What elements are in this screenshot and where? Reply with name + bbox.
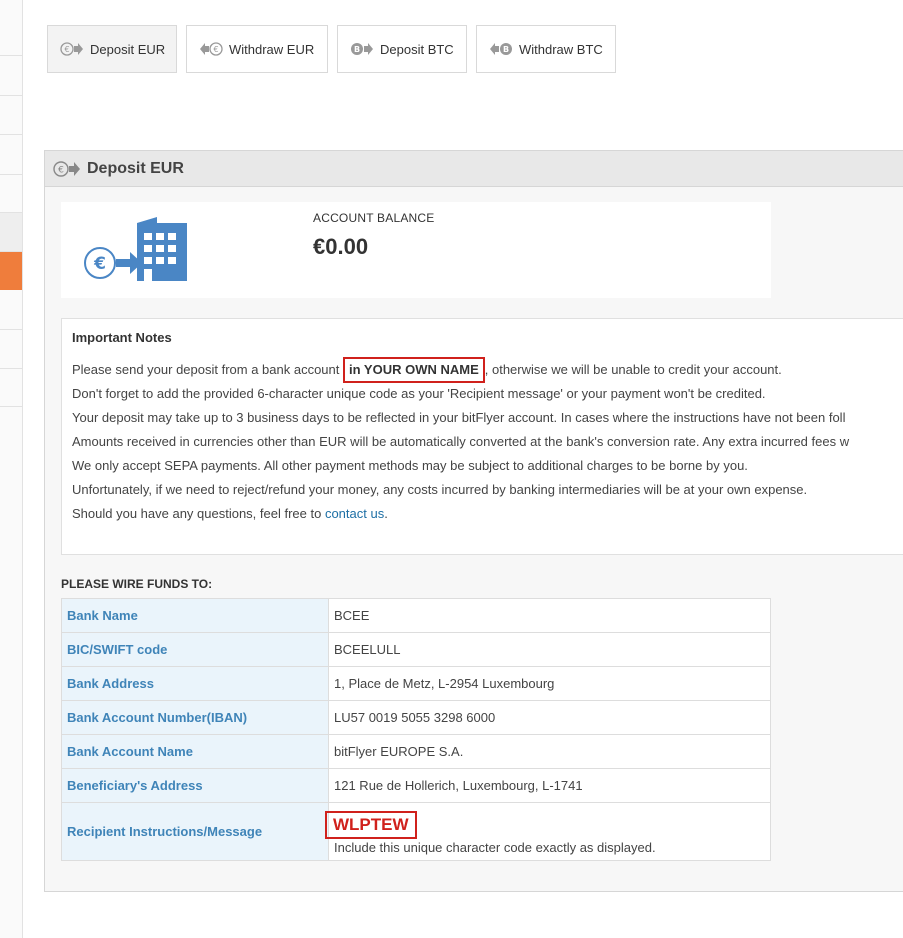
note-line: Your deposit may take up to 3 business d… xyxy=(72,410,846,425)
note-line: Should you have any questions, feel free… xyxy=(72,506,388,521)
panel-title: Deposit EUR xyxy=(87,159,184,177)
note-text: Please send your deposit from a bank acc… xyxy=(72,362,343,377)
row-value: BCEE xyxy=(328,598,771,633)
note-text: . xyxy=(384,506,388,521)
balance-card: € ACCOUNT BALANCE €0.00 xyxy=(61,202,771,298)
euro-deposit-icon: € xyxy=(60,41,84,57)
sidebar-item[interactable] xyxy=(0,213,22,252)
own-name-highlight: in YOUR OWN NAME xyxy=(343,357,485,383)
svg-text:€: € xyxy=(58,165,64,175)
sidebar xyxy=(0,0,23,938)
row-value: BCEELULL xyxy=(328,632,771,667)
tab-deposit-eur[interactable]: € Deposit EUR xyxy=(47,25,177,73)
row-value: WLPTEW Include this unique character cod… xyxy=(325,802,771,861)
note-text: Should you have any questions, feel free… xyxy=(72,506,325,521)
sidebar-item[interactable] xyxy=(0,330,22,369)
bitcoin-withdraw-icon: B xyxy=(489,41,513,57)
sidebar-item[interactable] xyxy=(0,290,22,330)
row-label: Bank Account Name xyxy=(61,734,329,769)
row-label: Beneficiary's Address xyxy=(61,768,329,803)
svg-text:B: B xyxy=(354,45,360,54)
sidebar-item[interactable] xyxy=(0,369,22,407)
row-label: Bank Address xyxy=(61,666,329,701)
sidebar-item[interactable] xyxy=(0,0,22,56)
table-row: Bank Account Name bitFlyer EUROPE S.A. xyxy=(61,734,771,769)
note-line: We only accept SEPA payments. All other … xyxy=(72,458,748,473)
tab-label: Deposit EUR xyxy=(90,41,166,57)
row-label: Bank Account Number(IBAN) xyxy=(61,700,329,735)
sidebar-item[interactable] xyxy=(0,96,22,135)
row-value: bitFlyer EUROPE S.A. xyxy=(328,734,771,769)
balance-value: €0.00 xyxy=(313,234,369,259)
sidebar-item-active[interactable] xyxy=(0,252,22,290)
note-line: Amounts received in currencies other tha… xyxy=(72,434,850,449)
tab-label: Deposit BTC xyxy=(380,41,454,57)
table-row: BIC/SWIFT code BCEELULL xyxy=(61,632,771,667)
row-value: LU57 0019 5055 3298 6000 xyxy=(328,700,771,735)
deposit-panel: € Deposit EUR € ACCOUNT BALANCE €0.00 Im… xyxy=(44,150,903,892)
panel-header: € Deposit EUR xyxy=(45,151,903,187)
euro-deposit-icon: € xyxy=(53,160,81,178)
sidebar-item[interactable] xyxy=(0,135,22,175)
important-notes: Important Notes Please send your deposit… xyxy=(61,318,903,555)
row-value: 121 Rue de Hollerich, Luxembourg, L-1741 xyxy=(328,768,771,803)
row-label: Bank Name xyxy=(61,598,329,633)
table-row: Bank Account Number(IBAN) LU57 0019 5055 … xyxy=(61,700,771,735)
contact-us-link[interactable]: contact us xyxy=(325,506,384,521)
tab-withdraw-btc[interactable]: B Withdraw BTC xyxy=(476,25,616,73)
row-value: 1, Place de Metz, L-2954 Luxembourg xyxy=(328,666,771,701)
note-line: Unfortunately, if we need to reject/refu… xyxy=(72,482,808,497)
wire-title: PLEASE WIRE FUNDS TO: xyxy=(61,577,213,591)
row-label: BIC/SWIFT code xyxy=(61,632,329,667)
wire-details-table: Bank Name BCEE BIC/SWIFT code BCEELULL Ban… xyxy=(61,598,771,861)
svg-text:€: € xyxy=(213,45,218,54)
sidebar-item[interactable] xyxy=(0,175,22,213)
bitcoin-deposit-icon: B xyxy=(350,41,374,57)
bank-building-icon: € xyxy=(82,217,192,289)
note-line: Don't forget to add the provided 6-chara… xyxy=(72,386,766,401)
svg-text:€: € xyxy=(93,254,106,274)
recipient-note: Include this unique character code exact… xyxy=(334,839,656,855)
balance-label: ACCOUNT BALANCE xyxy=(313,211,435,225)
note-text: , otherwise we will be unable to credit … xyxy=(484,362,782,377)
note-line: Please send your deposit from a bank acc… xyxy=(72,357,782,383)
recipient-code: WLPTEW xyxy=(325,810,417,839)
notes-title: Important Notes xyxy=(72,330,172,345)
svg-text:B: B xyxy=(503,45,509,54)
table-row: Recipient Instructions/Message WLPTEW In… xyxy=(61,802,771,861)
tab-label: Withdraw BTC xyxy=(519,41,603,57)
svg-text:€: € xyxy=(64,45,69,54)
tab-withdraw-eur[interactable]: € Withdraw EUR xyxy=(186,25,328,73)
table-row: Bank Name BCEE xyxy=(61,598,771,633)
row-label: Recipient Instructions/Message xyxy=(61,802,329,861)
sidebar-item[interactable] xyxy=(0,56,22,96)
table-row: Beneficiary's Address 121 Rue de Holleric… xyxy=(61,768,771,803)
tab-label: Withdraw EUR xyxy=(229,41,315,57)
table-row: Bank Address 1, Place de Metz, L-2954 Lux… xyxy=(61,666,771,701)
tab-deposit-btc[interactable]: B Deposit BTC xyxy=(337,25,467,73)
euro-withdraw-icon: € xyxy=(199,41,223,57)
